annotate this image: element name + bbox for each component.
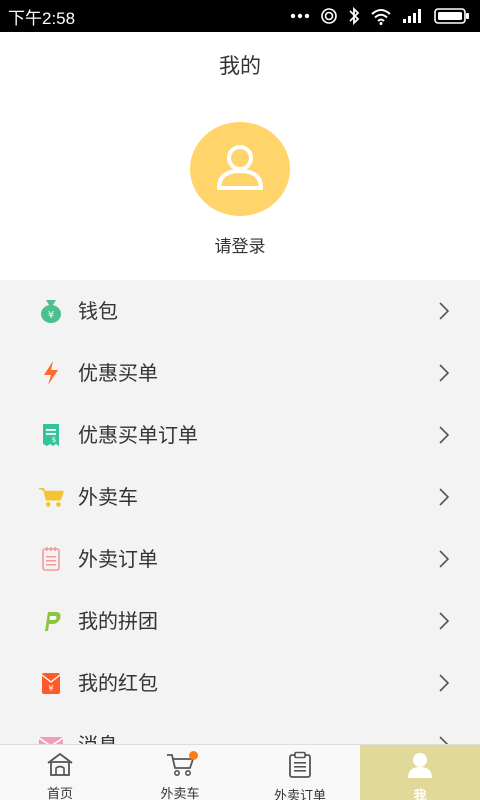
red-packet-icon: ¥ [38,670,64,696]
svg-text:¥: ¥ [48,310,54,321]
tab-label: 首页 [46,787,73,800]
cart-icon [38,484,64,510]
clipboard-icon [287,751,313,783]
message-icon [38,732,64,744]
menu-item-label: 钱包 [78,299,118,323]
money-bag-icon: ¥ [38,298,64,324]
menu-item-label: 我的红包 [78,671,158,695]
menu-item-group-buy[interactable]: 我的拼团 [0,590,480,652]
dots-icon [290,13,310,19]
menu-item-label: 我的拼团 [78,609,158,633]
chevron-right-icon [438,300,450,322]
phone-screen: 下午2:58 我的 请登录 ¥ 钱包 优惠买单 $ 优惠买单订单 外卖车 外卖订… [0,0,480,800]
tab-label: 外卖订单 [273,789,326,800]
status-bar: 下午2:58 [0,0,480,32]
chevron-right-icon [438,362,450,384]
svg-text:¥: ¥ [48,684,53,693]
menu-item-messages[interactable]: 消息 [0,714,480,744]
battery-icon [434,7,470,25]
menu-item-label: 优惠买单订单 [78,423,198,447]
chevron-right-icon [438,424,450,446]
menu-item-label: 消息 [78,730,118,744]
menu-item-takeout-cart[interactable]: 外卖车 [0,466,480,528]
tab-label: 我 [413,789,427,800]
tab-home[interactable]: 首页 [0,745,120,800]
chevron-right-icon [438,548,450,570]
page-title: 我的 [219,54,261,78]
order-list-icon [38,546,64,572]
home-icon [45,751,75,781]
status-time: 下午2:58 [8,8,76,28]
receipt-icon: $ [38,422,64,448]
bluetooth-icon [348,6,360,26]
user-icon [406,751,434,783]
menu-item-wallet[interactable]: ¥ 钱包 [0,280,480,342]
tab-label: 外卖车 [160,787,200,800]
status-icons [290,6,470,26]
login-link[interactable]: 请登录 [0,232,480,257]
svg-text:$: $ [52,436,56,444]
tab-bar: 首页 外卖车 外卖订单 我 [0,744,480,800]
chevron-right-icon [438,672,450,694]
chevron-right-icon [438,486,450,508]
wifi-icon [370,7,392,25]
tab-takeout-cart[interactable]: 外卖车 [120,745,240,800]
hotspot-icon [320,7,338,25]
signal-icon [402,8,424,24]
menu-item-discount-pay-orders[interactable]: $ 优惠买单订单 [0,404,480,466]
menu-item-label: 外卖车 [78,485,138,509]
tab-takeout-orders[interactable]: 外卖订单 [240,745,360,800]
menu-item-discount-pay[interactable]: 优惠买单 [0,342,480,404]
profile-area: 我的 请登录 [0,32,480,280]
lightning-icon [38,360,64,386]
menu-list: ¥ 钱包 优惠买单 $ 优惠买单订单 外卖车 外卖订单 我的拼团 ¥ 我的红包 [0,280,480,744]
notification-dot [189,751,198,760]
tab-me[interactable]: 我 [360,745,480,800]
menu-item-label: 优惠买单 [78,361,158,385]
avatar[interactable] [190,122,290,216]
group-buy-icon [38,608,64,634]
user-icon [213,140,267,198]
menu-item-label: 外卖订单 [78,547,158,571]
chevron-right-icon [438,734,450,744]
menu-item-takeout-orders[interactable]: 外卖订单 [0,528,480,590]
chevron-right-icon [438,610,450,632]
menu-item-red-packet[interactable]: ¥ 我的红包 [0,652,480,714]
